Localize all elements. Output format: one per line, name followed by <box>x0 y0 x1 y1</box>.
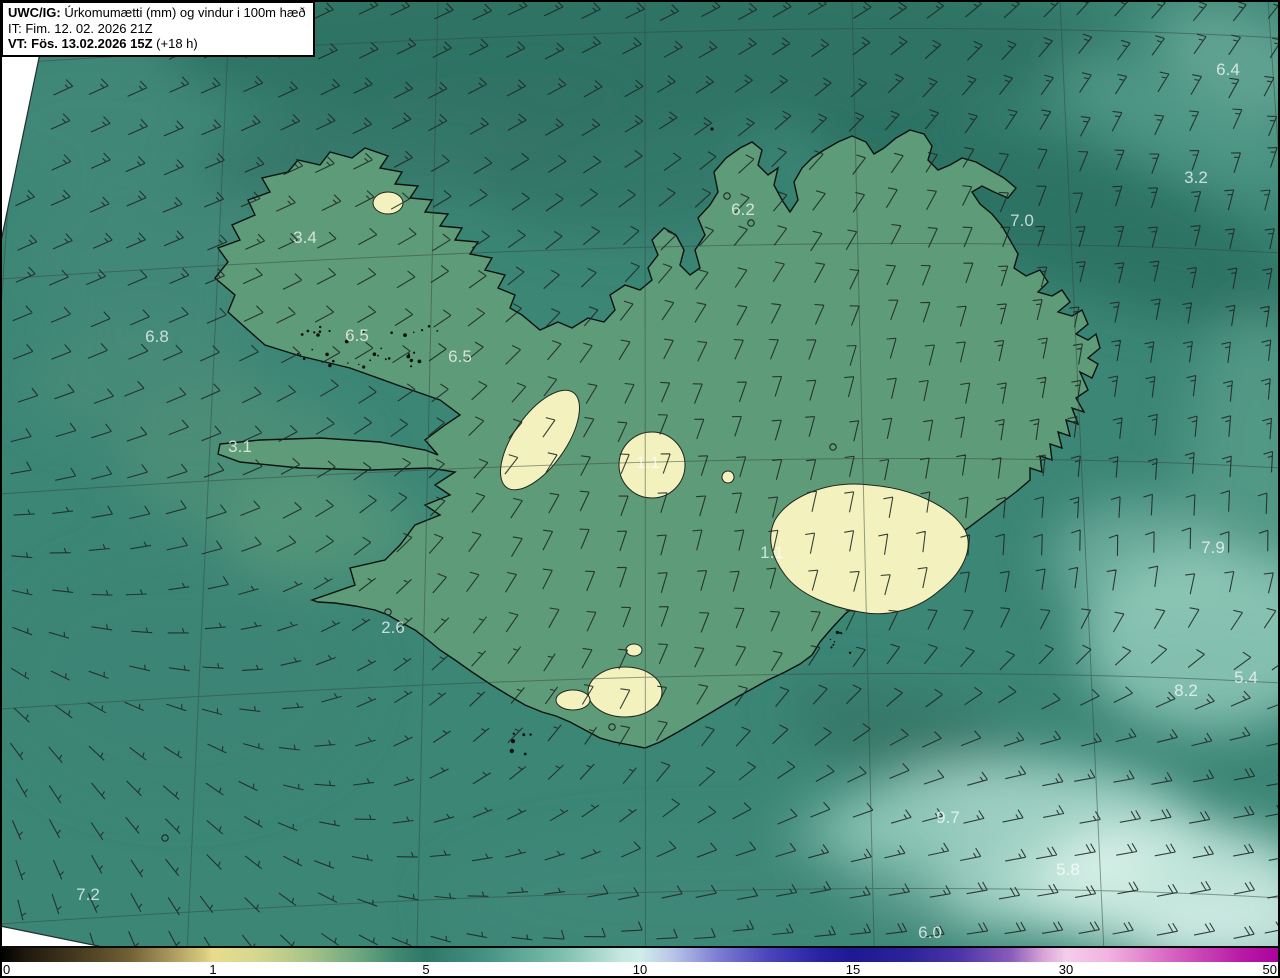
map-title-box: UWC/IG: Úrkomumætti (mm) og vindur i 100… <box>1 1 315 57</box>
islet-dot <box>384 358 387 361</box>
islet-dot <box>410 365 413 368</box>
title-line-product: UWC/IG: Úrkomumætti (mm) og vindur i 100… <box>8 5 306 21</box>
islet-dot <box>300 333 304 336</box>
glacier-small <box>721 470 735 484</box>
islet-dot <box>417 359 422 364</box>
colorbar-tick-label: 15 <box>845 962 861 977</box>
glacier-tindfjallajokull <box>625 643 643 657</box>
islet-dot <box>512 732 515 735</box>
map-value-label: 7.9 <box>1201 538 1225 557</box>
islet-dot <box>319 325 322 329</box>
colorbar-tick-label: 5 <box>422 962 430 977</box>
islet-dot <box>387 357 391 360</box>
map-value-label: 5.4 <box>1234 668 1258 687</box>
islet-dot <box>332 359 335 363</box>
islet-dot <box>830 646 833 649</box>
title-line-valid: VT: Fös. 13.02.2026 15Z (+18 h) <box>8 36 306 52</box>
valid-offset: (+18 h) <box>156 36 198 51</box>
islet-dot <box>427 325 431 328</box>
islet-dot <box>522 733 526 737</box>
islet-dot <box>318 330 322 334</box>
islet-dot <box>409 358 414 363</box>
map-value-label: 1.1 <box>636 453 660 472</box>
islet-dot <box>328 363 332 368</box>
glacier-drangajokull <box>372 191 404 215</box>
map-area: 6.4 3.2 7.0 6.2 3.4 6.8 6.5 6.5 3.1 1.1 1.1 2.6 7.9 5… <box>0 0 1280 946</box>
map-value-label: 6.2 <box>731 200 755 219</box>
islet-dot <box>829 638 832 641</box>
islet-dot <box>328 329 331 333</box>
islet-dot <box>380 347 383 350</box>
islet-dot <box>390 331 393 335</box>
islet-dot <box>835 630 840 635</box>
colorbar-tick-label: 0 <box>3 962 11 977</box>
islet-dot <box>369 359 372 362</box>
map-value-label: 6.5 <box>448 347 472 366</box>
map-value-label: 6.4 <box>1216 60 1240 79</box>
title-line-init: IT: Fim. 12. 02. 2026 21Z <box>8 21 306 37</box>
precip-colorbar: 0 1 5 10 15 30 50 <box>0 946 1280 978</box>
islet-dot <box>523 752 527 756</box>
colorbar-tick-label: 30 <box>1058 962 1074 977</box>
map-value-label: 1.1 <box>760 543 784 562</box>
map-value-label: 3.4 <box>293 228 317 247</box>
map-value-label: 3.2 <box>1184 168 1208 187</box>
map-value-label: 3.1 <box>228 437 252 456</box>
colorbar-gradient <box>0 948 1280 962</box>
colorbar-tick-label: 10 <box>632 962 648 977</box>
meridian-line <box>644 0 646 946</box>
islet-dot <box>302 357 306 361</box>
init-time: Fim. 12. 02. 2026 21Z <box>25 20 153 36</box>
colorbar-tick-label: 1 <box>209 962 217 977</box>
glacier-myrdalsjokull <box>587 666 663 718</box>
map-value-label: 6.8 <box>145 327 169 346</box>
islet-dot <box>848 651 852 654</box>
islet-dot <box>358 363 360 366</box>
islet-dot <box>413 331 415 334</box>
islet-dot <box>377 354 379 357</box>
init-label: IT: <box>8 20 22 36</box>
islet-dot <box>529 733 532 736</box>
islet-dot <box>406 354 411 359</box>
islet-dot <box>413 351 416 354</box>
islet-dot <box>347 362 349 364</box>
islet-dot <box>509 748 514 754</box>
forecast-map: 6.4 3.2 7.0 6.2 3.4 6.8 6.5 6.5 3.1 1.1 1.1 2.6 7.9 5… <box>0 0 1280 946</box>
model-name: UWC/IG: <box>8 5 61 20</box>
islet-dot <box>838 631 841 634</box>
map-value-label: 2.6 <box>381 618 405 637</box>
valid-time-bold: VT: Fös. 13.02.2026 15Z <box>8 36 153 51</box>
islet-dot <box>832 643 835 646</box>
colorbar-tick-labels: 0 1 5 10 15 30 50 <box>0 962 1280 978</box>
map-value-label: 7.2 <box>76 885 100 904</box>
islet-dot <box>372 352 377 357</box>
map-value-label: 5.8 <box>1056 860 1080 879</box>
colorbar-tick-label: 50 <box>1262 962 1277 977</box>
islet-dot <box>362 365 366 369</box>
map-value-label: 7.0 <box>1010 211 1034 230</box>
islet-dot <box>313 331 316 334</box>
islet-dot <box>710 127 714 131</box>
weather-map-screenshot: 6.4 3.2 7.0 6.2 3.4 6.8 6.5 6.5 3.1 1.1 1.1 2.6 7.9 5… <box>0 0 1280 978</box>
islet-dot <box>436 330 439 332</box>
islet-dot <box>311 348 314 351</box>
islet-dot <box>408 353 410 356</box>
map-value-label: 9.7 <box>936 808 960 827</box>
product-name: Úrkomumætti (mm) og vindur i 100m hæð <box>64 5 306 20</box>
islet-dot <box>421 329 424 332</box>
map-value-label: 6.0 <box>918 923 942 942</box>
islet-dot <box>325 352 329 357</box>
islet-dot <box>306 329 310 333</box>
islet-dot <box>403 333 407 337</box>
map-value-label: 8.2 <box>1174 681 1198 700</box>
islet-dot <box>316 333 320 337</box>
map-value-label: 6.5 <box>345 326 369 345</box>
islet-dot <box>833 641 836 643</box>
islet-dot <box>299 353 302 356</box>
